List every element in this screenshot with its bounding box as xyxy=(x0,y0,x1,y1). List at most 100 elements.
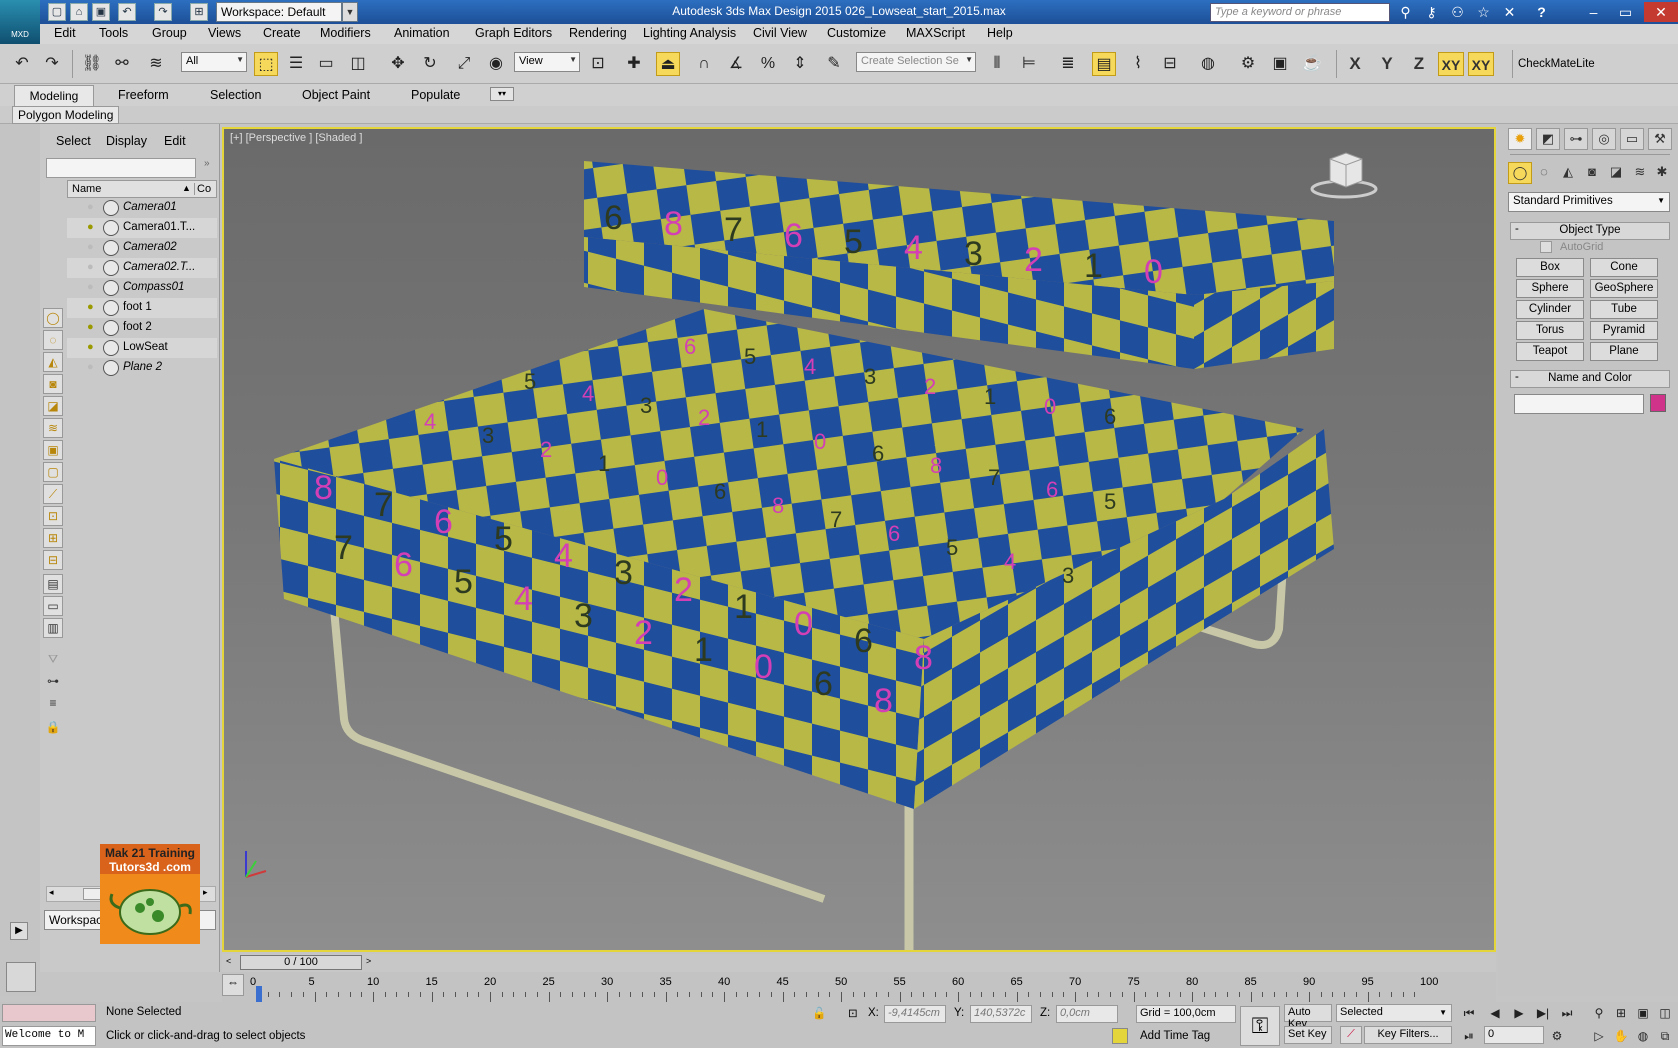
move-icon[interactable]: ✥ xyxy=(386,52,410,76)
key-filters-button[interactable]: Key Filters... xyxy=(1364,1026,1452,1044)
display-helpers-icon[interactable]: ◪ xyxy=(43,396,63,416)
previous-frame-icon[interactable]: ◀ xyxy=(1484,1003,1506,1023)
torus-button[interactable]: Torus xyxy=(1516,321,1584,340)
geometry-icon[interactable]: ◯ xyxy=(1508,162,1532,184)
selection-filter-dropdown[interactable]: All ▼ xyxy=(181,52,247,72)
rectangular-selection-icon[interactable]: ▭ xyxy=(314,52,338,76)
list-item[interactable]: ● Camera02 xyxy=(67,238,217,258)
render-setup-icon[interactable]: ⚙ xyxy=(1236,52,1260,76)
view-cube[interactable] xyxy=(1310,152,1378,199)
viewport-point-of-view[interactable]: [Perspective ] xyxy=(246,132,313,144)
app-logo[interactable]: MXD xyxy=(0,0,40,44)
align-icon[interactable]: ⊨ xyxy=(1017,52,1041,76)
viewport-canvas[interactable]: 6 8 7 6 5 4 3 2 1 08 7 6 5 4 3 2 1 0 6 87 6 5 4 3 2 1 0 6 86 5 4 3 2 1 0 65… xyxy=(224,129,1494,950)
scroll-left-icon[interactable]: ◂ xyxy=(49,887,54,898)
time-prev-icon[interactable]: < xyxy=(226,956,231,966)
menu-civil-view[interactable]: Civil View xyxy=(753,26,807,40)
z-coordinate-field[interactable]: 0,0cm xyxy=(1056,1005,1118,1023)
display-tab-icon[interactable]: ▭ xyxy=(1620,128,1644,150)
teapot-button[interactable]: Teapot xyxy=(1516,342,1584,361)
curve-editor-icon[interactable]: ⌇ xyxy=(1126,52,1150,76)
set-key-icon[interactable]: ⚿ xyxy=(1240,1006,1280,1046)
edit-named-selection-icon[interactable]: ✎ xyxy=(822,52,846,76)
light-bulb-icon[interactable]: ● xyxy=(87,201,94,213)
scene-tab-display[interactable]: Display xyxy=(106,134,147,148)
maximize-button[interactable]: ▭ xyxy=(1612,2,1639,22)
tab-selection[interactable]: Selection xyxy=(210,88,261,102)
unlink-icon[interactable]: ⚯ xyxy=(110,52,134,76)
keyboard-shortcut-override-icon[interactable]: ⏏ xyxy=(656,52,680,76)
y-coordinate-field[interactable]: 140,5372c xyxy=(970,1005,1032,1023)
play-icon[interactable]: ▶ xyxy=(10,922,28,940)
cylinder-button[interactable]: Cylinder xyxy=(1516,300,1584,319)
material-editor-icon[interactable]: ◍ xyxy=(1196,52,1220,76)
spinner-snap-icon[interactable]: ⇕ xyxy=(788,52,812,76)
search-input[interactable]: Type a keyword or phrase xyxy=(1210,3,1390,22)
menu-maxscript[interactable]: MAXScript xyxy=(906,26,965,40)
hierarchy-tab-icon[interactable]: ⊶ xyxy=(1564,128,1588,150)
redo-icon[interactable]: ↷ xyxy=(154,3,172,21)
save-icon[interactable]: ▣ xyxy=(92,3,110,21)
layer-icon[interactable]: ≡ xyxy=(43,694,63,714)
display-cameras-icon[interactable]: ◙ xyxy=(43,374,63,394)
viewport-shading[interactable]: [Shaded ] xyxy=(315,132,362,144)
tab-freeform[interactable]: Freeform xyxy=(118,88,169,102)
viewport-menu-plus[interactable]: [+] xyxy=(230,132,243,144)
motion-tab-icon[interactable]: ◎ xyxy=(1592,128,1616,150)
display-xrefs-icon[interactable]: ▢ xyxy=(43,462,63,482)
project-folder-icon[interactable]: ⊞ xyxy=(190,3,208,21)
maximize-viewport-icon[interactable]: ⧉ xyxy=(1654,1026,1676,1046)
display-lights-icon[interactable]: ◭ xyxy=(43,352,63,372)
user-icon[interactable]: ⚇ xyxy=(1444,2,1471,22)
ribbon-toggle-icon[interactable]: ▤ xyxy=(1092,52,1116,76)
light-bulb-icon[interactable]: ● xyxy=(87,221,94,233)
zoom-icon[interactable]: ⚲ xyxy=(1588,1003,1610,1023)
undo-icon[interactable]: ↶ xyxy=(10,52,34,76)
pivot-center-icon[interactable]: ⊡ xyxy=(586,52,610,76)
pan-view-icon[interactable]: ✋ xyxy=(1610,1026,1632,1046)
angle-snap-icon[interactable]: ∡ xyxy=(724,52,748,76)
layer-manager-icon[interactable]: ≣ xyxy=(1056,52,1080,76)
list-item[interactable]: ● Plane 2 xyxy=(67,358,217,378)
list-item[interactable]: ● Compass01 xyxy=(67,278,217,298)
reference-coordinate-dropdown[interactable]: View ▼ xyxy=(514,52,580,72)
menu-rendering[interactable]: Rendering xyxy=(569,26,627,40)
key-tangent-icon[interactable]: ⟋ xyxy=(1340,1026,1362,1044)
key-mode-toggle-icon[interactable]: ⏯ xyxy=(1458,1026,1480,1046)
axis-xy-button[interactable]: XY xyxy=(1438,52,1464,76)
filter-icon[interactable]: ⛛ xyxy=(43,650,63,670)
shapes-icon[interactable]: ◌ xyxy=(1532,162,1556,184)
minimize-button[interactable]: – xyxy=(1580,2,1607,22)
place-icon[interactable]: ◉ xyxy=(484,52,508,76)
display-groups-icon[interactable]: ▣ xyxy=(43,440,63,460)
maxscript-listener-pink[interactable] xyxy=(2,1004,96,1022)
object-color-swatch[interactable] xyxy=(1650,394,1666,412)
modify-tab-icon[interactable]: ◩ xyxy=(1536,128,1560,150)
absolute-mode-icon[interactable]: ⊡ xyxy=(848,1006,858,1020)
chevron-down-icon[interactable]: ▼ xyxy=(342,2,358,22)
list-item[interactable]: ● Camera02.T... xyxy=(67,258,217,278)
menu-animation[interactable]: Animation xyxy=(394,26,450,40)
primitive-category-dropdown[interactable]: Standard Primitives ▼ xyxy=(1508,192,1670,212)
helpers-icon[interactable]: ◪ xyxy=(1604,162,1628,184)
polygon-modeling-panel[interactable]: Polygon Modeling xyxy=(12,106,120,124)
lights-icon[interactable]: ◭ xyxy=(1556,162,1580,184)
tab-modeling[interactable]: Modeling xyxy=(14,85,94,106)
subscription-icon[interactable]: ⚷ xyxy=(1418,2,1445,22)
axis-x-button[interactable]: X xyxy=(1342,52,1368,76)
zoom-extents-icon[interactable]: ▣ xyxy=(1632,1003,1654,1023)
next-frame-icon[interactable]: ▶| xyxy=(1532,1003,1554,1023)
current-frame-field[interactable]: 0 xyxy=(1484,1026,1544,1044)
menu-graph-editors[interactable]: Graph Editors xyxy=(475,26,552,40)
space-warps-icon[interactable]: ≋ xyxy=(1628,162,1652,184)
light-bulb-icon[interactable]: ● xyxy=(87,281,94,293)
display-containers-icon[interactable]: ⊡ xyxy=(43,506,63,526)
undo-icon[interactable]: ↶ xyxy=(118,3,136,21)
schematic-view-icon[interactable]: ⊟ xyxy=(1158,52,1182,76)
select-object-icon[interactable]: ⬚ xyxy=(254,52,278,76)
open-file-icon[interactable]: ⌂ xyxy=(70,3,88,21)
auto-key-button[interactable]: Auto Key xyxy=(1284,1004,1332,1030)
cameras-icon[interactable]: ◙ xyxy=(1580,162,1604,184)
link-icon[interactable]: ⛓ xyxy=(80,52,104,76)
backrest-side[interactable] xyxy=(1194,281,1334,369)
